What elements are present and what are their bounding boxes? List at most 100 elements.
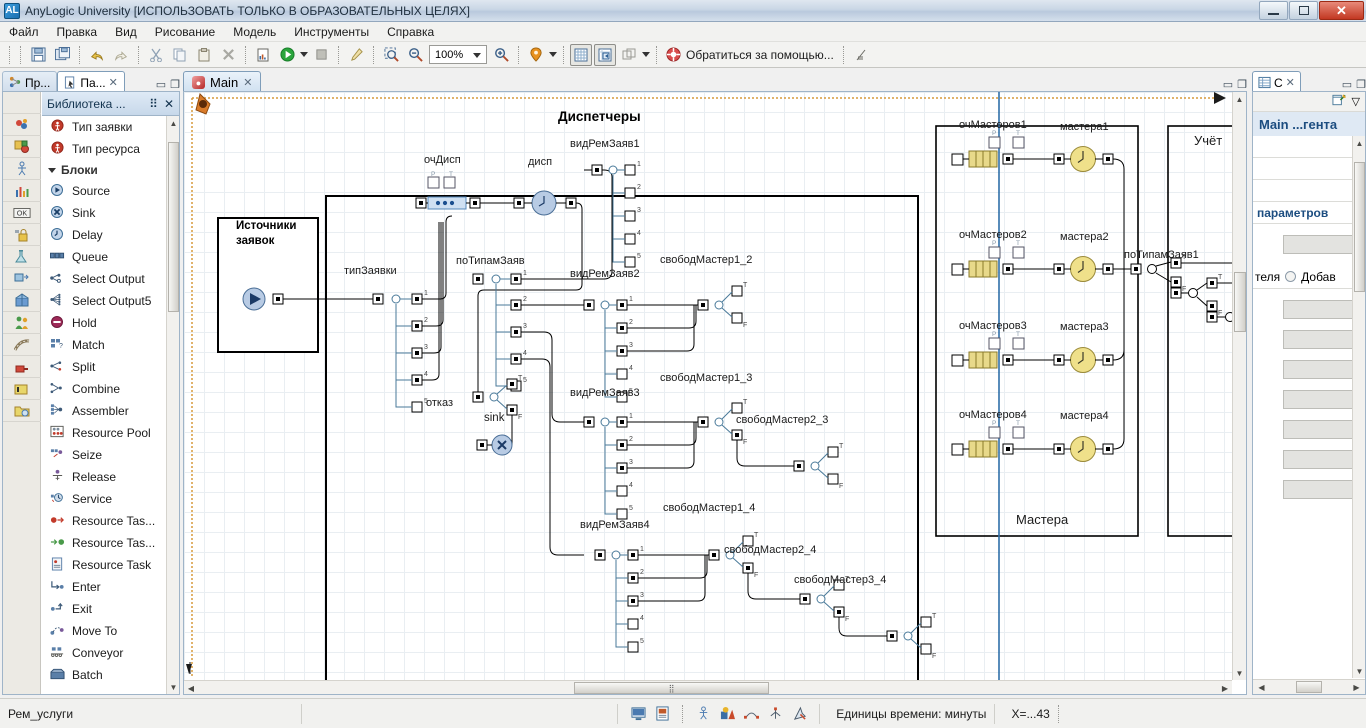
canvas-vscroll-thumb[interactable] [1234, 272, 1246, 332]
colors-icon[interactable] [715, 703, 739, 725]
presentation-icon[interactable] [3, 92, 41, 114]
palette-item-exit[interactable]: Exit [42, 598, 179, 620]
palette-item-move-to[interactable]: Move To [42, 620, 179, 642]
zoom-out-icon[interactable] [404, 44, 426, 66]
scroll-up-arrow-icon[interactable]: ▲ [1353, 136, 1366, 150]
palette-item-tip-zayavki[interactable]: Тип заявки [42, 116, 179, 138]
palette-item-service[interactable]: Service [42, 488, 179, 510]
rail-icon[interactable] [3, 356, 41, 378]
close-icon[interactable]: ✕ [243, 76, 252, 89]
menu-view[interactable]: Вид [106, 23, 146, 41]
maximize-icon[interactable]: ❐ [1356, 78, 1366, 91]
copy-icon[interactable] [169, 44, 191, 66]
marker-icon[interactable] [525, 44, 547, 66]
palette-item-resource-task-start[interactable]: Resource Tas... [42, 510, 179, 532]
sort-icon[interactable] [850, 44, 872, 66]
palette-item-delay[interactable]: Delay [42, 224, 179, 246]
analysis-icon[interactable] [3, 246, 41, 268]
scroll-right-arrow-icon[interactable]: ▶ [1218, 681, 1232, 694]
menu-draw[interactable]: Рисование [146, 23, 224, 41]
minimize-icon[interactable]: ▭ [1223, 78, 1233, 91]
minimize-button[interactable] [1259, 1, 1288, 20]
console-icon[interactable] [626, 703, 650, 725]
palette-item-tip-resursa[interactable]: Тип ресурса [42, 138, 179, 160]
menu-model[interactable]: Модель [224, 23, 285, 41]
agent-icon[interactable] [3, 114, 41, 136]
zoom-level-combobox[interactable]: 100% [429, 45, 487, 64]
diagram-canvas[interactable]: Источники заявок Диспетчеры типЗаявки 1 … [184, 92, 1232, 680]
property-field[interactable] [1283, 360, 1359, 379]
tab-properties[interactable]: C ✕ [1252, 71, 1301, 93]
tab-main[interactable]: ● Main ✕ [183, 71, 262, 93]
properties-vscroll-thumb[interactable] [1354, 162, 1365, 292]
property-field[interactable] [1283, 300, 1359, 319]
palette-item-split[interactable]: Split [42, 356, 179, 378]
grid-icon[interactable] [570, 43, 592, 66]
zoom-region-icon[interactable] [380, 44, 402, 66]
pointer-icon[interactable] [787, 703, 811, 725]
radio-button-icon[interactable] [1285, 271, 1297, 282]
chevron-down-icon[interactable]: ▽ [1352, 95, 1360, 108]
paste-icon[interactable] [193, 44, 215, 66]
controls-icon[interactable]: OK [3, 202, 41, 224]
palette-item-resource-pool[interactable]: Resource Pool [42, 422, 179, 444]
palette-item-release[interactable]: Release [42, 466, 179, 488]
save-icon[interactable] [27, 44, 49, 66]
property-field[interactable] [1283, 330, 1359, 349]
align-icon[interactable] [618, 44, 640, 66]
palette-item-select-output5[interactable]: Select Output5 [42, 290, 179, 312]
palette-item-combine[interactable]: Combine [42, 378, 179, 400]
delete-icon[interactable] [217, 44, 239, 66]
palette-item-source[interactable]: Source [42, 180, 179, 202]
palette-item-enter[interactable]: Enter [42, 576, 179, 598]
redo-icon[interactable] [110, 44, 132, 66]
palette-group-bloki[interactable]: Блоки [42, 160, 179, 180]
fluid-icon[interactable] [3, 378, 41, 400]
palette-scrollbar[interactable]: ▲ ▼ [166, 116, 179, 694]
maximize-icon[interactable]: ❐ [170, 78, 180, 91]
scroll-left-arrow-icon[interactable]: ◀ [1255, 680, 1268, 694]
tab-projects[interactable]: Пр... [2, 71, 58, 93]
menu-edit[interactable]: Правка [48, 23, 107, 41]
property-row[interactable] [1253, 158, 1365, 180]
3d-icon[interactable] [3, 290, 41, 312]
curve-icon[interactable] [739, 703, 763, 725]
canvas-vertical-scrollbar[interactable]: ▲ ▼ [1232, 92, 1246, 680]
palette-scroll-thumb[interactable] [168, 142, 179, 312]
diagram-editor[interactable]: Источники заявок Диспетчеры типЗаявки 1 … [183, 91, 1247, 695]
grid-view-icon[interactable]: ⠿ [149, 97, 158, 111]
palette-item-conveyor[interactable]: Conveyor [42, 642, 179, 664]
properties-hscroll-thumb[interactable] [1296, 681, 1322, 693]
scroll-down-arrow-icon[interactable]: ▼ [1353, 664, 1366, 678]
restore-button[interactable] [1289, 1, 1318, 20]
scroll-up-arrow-icon[interactable]: ▲ [1233, 92, 1246, 106]
palette-item-select-output[interactable]: Select Output [42, 268, 179, 290]
pedestrian-flow-icon[interactable] [691, 703, 715, 725]
property-field[interactable] [1283, 390, 1359, 409]
palette-item-queue[interactable]: Queue [42, 246, 179, 268]
property-field[interactable] [1283, 420, 1359, 439]
palette-item-resource-task-end[interactable]: Resource Tas... [42, 532, 179, 554]
property-row[interactable] [1253, 180, 1365, 202]
marker-dropdown-caret-icon[interactable] [548, 52, 558, 57]
menu-help[interactable]: Справка [378, 23, 443, 41]
close-icon[interactable]: ✕ [164, 97, 174, 111]
connectivity-icon[interactable] [3, 224, 41, 246]
properties-vertical-scrollbar[interactable]: ▲ ▼ [1352, 136, 1365, 678]
minimize-icon[interactable]: ▭ [156, 78, 166, 91]
palette-item-resource-task[interactable]: Resource Task [42, 554, 179, 576]
help-button[interactable]: Обратиться за помощью... [662, 47, 838, 62]
material-icon[interactable] [3, 400, 41, 422]
report-icon[interactable] [650, 703, 674, 725]
maximize-icon[interactable]: ❐ [1237, 78, 1247, 91]
palette-item-sink[interactable]: Sink [42, 202, 179, 224]
scroll-up-arrow-icon[interactable]: ▲ [167, 116, 180, 130]
close-button[interactable]: ✕ [1319, 1, 1364, 20]
menu-file[interactable]: Файл [0, 23, 48, 41]
brush-icon[interactable] [345, 44, 367, 66]
tab-palette[interactable]: Па... ✕ [57, 71, 125, 93]
close-icon[interactable]: ✕ [109, 76, 118, 89]
snap-icon[interactable] [594, 43, 616, 66]
property-field[interactable] [1283, 235, 1359, 254]
presentation2-icon[interactable] [3, 268, 41, 290]
